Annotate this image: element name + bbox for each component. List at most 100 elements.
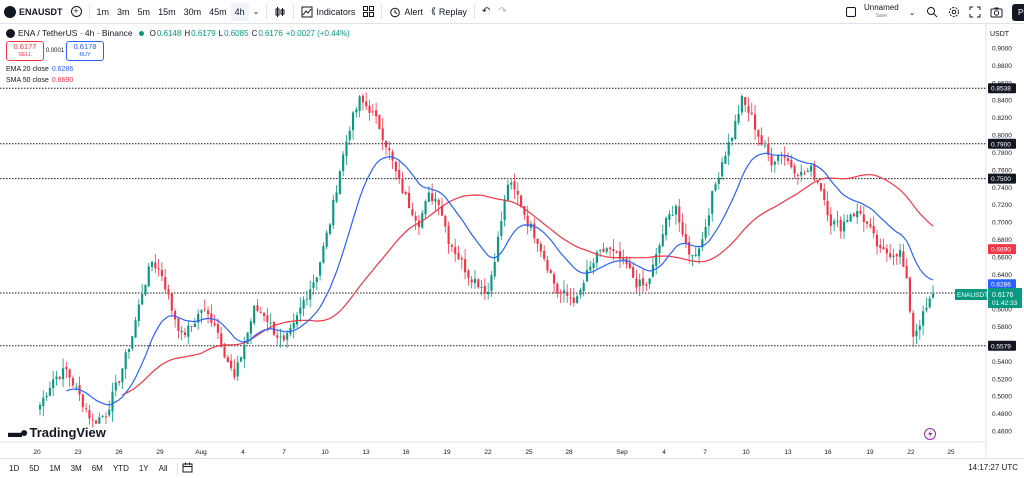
sell-button[interactable]: 0.6177 SELL xyxy=(6,41,44,61)
range-3m[interactable]: 3M xyxy=(66,464,87,473)
divider xyxy=(293,4,295,19)
undo-icon: ↶ xyxy=(481,6,491,17)
high-label: H xyxy=(184,28,191,38)
candle xyxy=(862,206,865,232)
candle xyxy=(681,213,684,238)
redo-button[interactable]: ↷ xyxy=(494,0,510,24)
candle xyxy=(546,255,549,274)
layout-name-button[interactable]: Unnamed Save ⌄ xyxy=(846,0,915,24)
low-label: L xyxy=(218,28,224,38)
candle xyxy=(322,242,325,265)
candle xyxy=(605,246,608,255)
candle xyxy=(641,269,645,294)
go-to-date-button[interactable] xyxy=(182,462,193,475)
candle xyxy=(895,253,898,265)
range-all[interactable]: All xyxy=(154,464,173,473)
legend-title[interactable]: ENA / TetherUS · 4h · Binance xyxy=(18,28,133,38)
candle xyxy=(124,349,127,379)
candle xyxy=(457,245,460,261)
candle xyxy=(220,326,223,348)
candle xyxy=(737,105,740,125)
range-ytd[interactable]: YTD xyxy=(108,464,134,473)
candle xyxy=(747,97,750,122)
fullscreen-button[interactable] xyxy=(969,0,981,24)
compare-button[interactable]: + xyxy=(67,0,86,24)
candle xyxy=(684,223,687,249)
quick-search-button[interactable] xyxy=(926,0,938,24)
buy-price: 0.6178 xyxy=(73,42,97,51)
interval-15m[interactable]: 15m xyxy=(154,0,180,24)
symbol-name: ENAUSDT xyxy=(19,6,63,17)
market-status-dot xyxy=(138,30,144,36)
candle xyxy=(500,211,503,241)
candle xyxy=(678,198,681,232)
layouts-button[interactable] xyxy=(359,0,378,24)
candle xyxy=(767,136,770,162)
buy-button[interactable]: 0.6178 BUY xyxy=(66,41,104,61)
ema-legend-row[interactable]: EMA 20 close 0.6286 xyxy=(6,64,353,75)
price-tick-label: 0.7800 xyxy=(992,150,1012,157)
range-1d[interactable]: 1D xyxy=(4,464,24,473)
undo-button[interactable]: ↶ xyxy=(478,0,494,24)
candle xyxy=(424,199,427,219)
candle xyxy=(869,218,872,229)
interval-3m[interactable]: 3m xyxy=(113,0,134,24)
candle xyxy=(707,207,710,236)
snapshot-button[interactable] xyxy=(990,0,1003,24)
sma-legend-row[interactable]: SMA 50 close 0.6690 xyxy=(6,75,353,86)
candle xyxy=(740,94,743,116)
interval-dropdown[interactable]: ⌄ xyxy=(249,0,264,24)
candle xyxy=(727,133,730,165)
alert-button[interactable]: Alert xyxy=(385,0,427,24)
candle xyxy=(552,271,556,294)
interval-30m[interactable]: 30m xyxy=(180,0,206,24)
utc-clock[interactable]: 14:17:27 UTC xyxy=(968,463,1018,472)
price-chart[interactable]: USDT 0.90000.88000.86000.84000.82000.800… xyxy=(0,24,1024,458)
range-1m[interactable]: 1M xyxy=(44,464,65,473)
price-tick-label: 0.8800 xyxy=(992,63,1012,70)
candle xyxy=(111,382,114,422)
time-axis[interactable]: 20 23 26 29 Aug 4 7 10 13 16 19 22 25 28 Sep 4 7 10 13 16 19… xyxy=(33,449,955,456)
publish-button[interactable]: Pu xyxy=(1012,0,1024,24)
interval-1m[interactable]: 1m xyxy=(93,0,114,24)
range-6m[interactable]: 6M xyxy=(87,464,108,473)
candle xyxy=(585,259,589,282)
candle xyxy=(309,280,312,308)
candle xyxy=(704,219,707,241)
indicators-button[interactable]: Indicators xyxy=(297,0,359,24)
range-1y[interactable]: 1Y xyxy=(134,464,154,473)
time-tick-label: 25 xyxy=(947,449,955,456)
candle xyxy=(898,243,902,265)
candle xyxy=(375,102,378,124)
sell-price: 0.6177 xyxy=(13,42,37,51)
replay-button[interactable]: ⟪ Replay xyxy=(427,0,471,24)
price-tick-label: 0.5200 xyxy=(992,376,1012,383)
layout-save-status: Save xyxy=(875,13,888,19)
time-tick-label: 19 xyxy=(443,449,451,456)
candle xyxy=(295,311,299,328)
candle xyxy=(213,314,216,327)
candle xyxy=(68,368,71,387)
lightning-icon[interactable] xyxy=(924,428,936,440)
candle xyxy=(931,285,935,299)
time-tick-label: 10 xyxy=(742,449,750,456)
candle xyxy=(714,181,717,192)
ema-value: 0.6286 xyxy=(51,66,74,73)
chart-type-button[interactable] xyxy=(270,0,290,24)
candle xyxy=(668,210,671,228)
candle xyxy=(98,412,101,424)
range-5d[interactable]: 5D xyxy=(24,464,44,473)
close-label: C xyxy=(251,28,258,38)
candle xyxy=(889,244,892,260)
candle xyxy=(38,402,42,416)
interval-4h[interactable]: 4h xyxy=(230,2,249,21)
price-axis[interactable]: 0.90000.88000.86000.84000.82000.80000.78… xyxy=(992,46,1012,436)
interval-45m[interactable]: 45m xyxy=(205,0,231,24)
symbol-search[interactable]: ENAUSDT xyxy=(0,0,67,24)
candle xyxy=(332,194,335,229)
settings-button[interactable] xyxy=(948,0,960,24)
candle xyxy=(236,355,239,381)
interval-5m[interactable]: 5m xyxy=(134,0,155,24)
candle xyxy=(361,93,365,111)
last-price-countdown: 01:42:33 xyxy=(992,300,1018,307)
